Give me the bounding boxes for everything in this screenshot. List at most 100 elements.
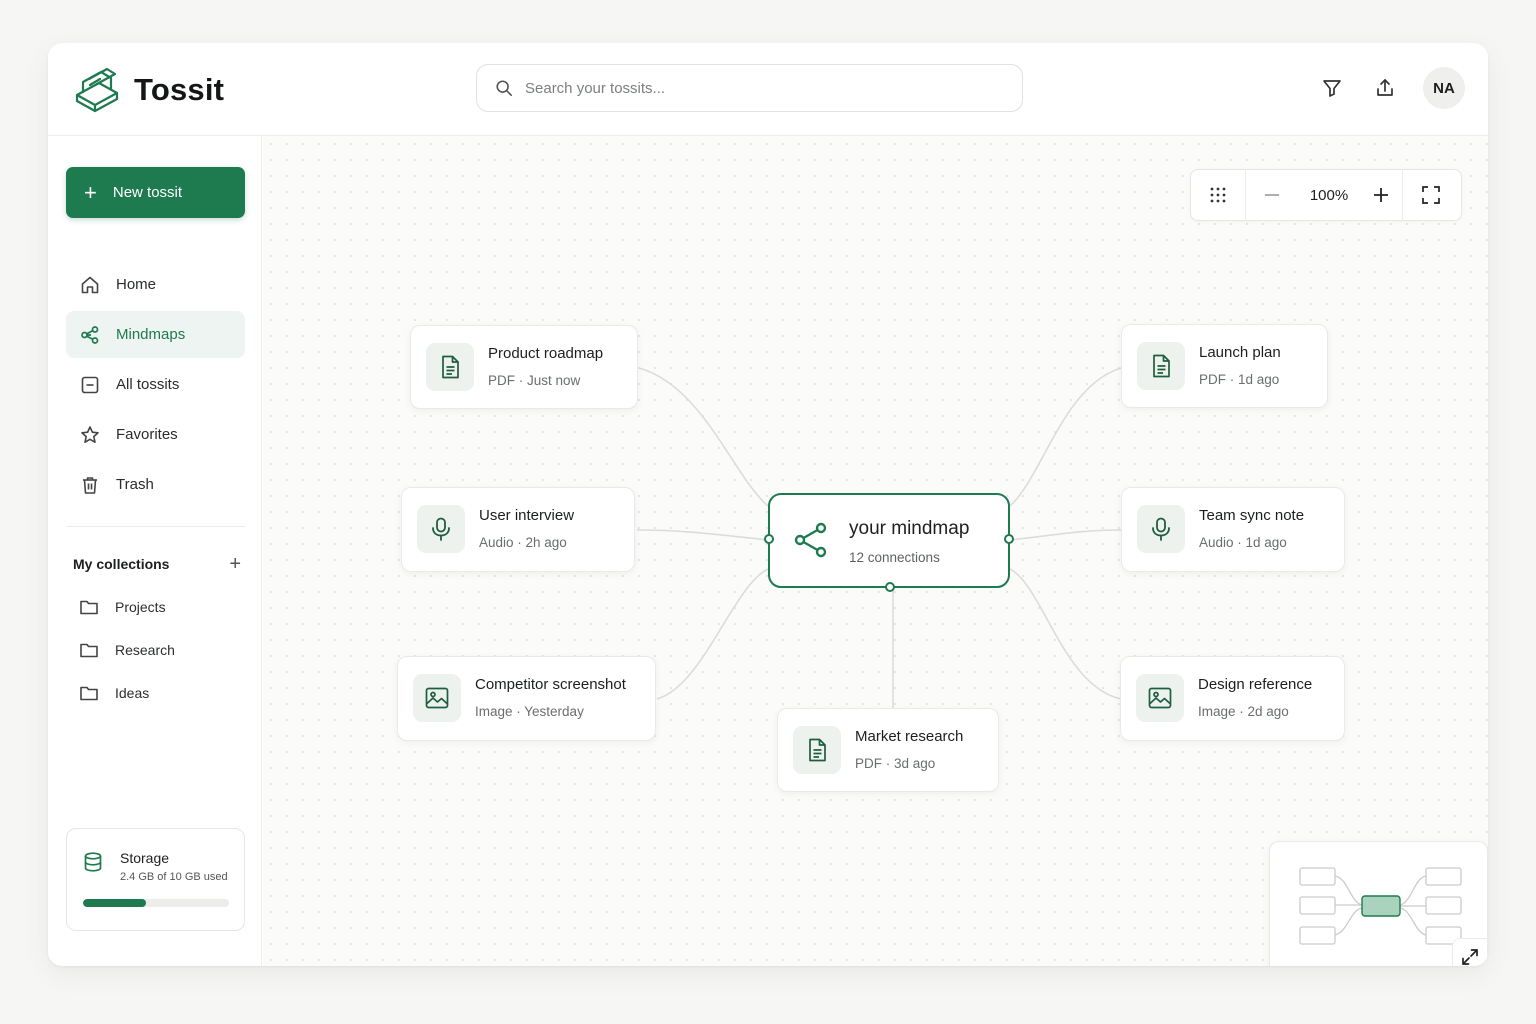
storage-usage: 2.4 GB of 10 GB used (120, 871, 228, 883)
search-bar[interactable] (476, 64, 1023, 112)
collection-label: Projects (115, 598, 166, 615)
document-icon (1153, 354, 1170, 378)
microphone-icon (1152, 517, 1170, 541)
minimap[interactable] (1269, 841, 1488, 966)
storage-progress-fill (83, 899, 146, 907)
main-nav: Home Mindmaps All tossits Favorites Tras… (66, 261, 245, 511)
edge-product-roadmap (638, 367, 769, 507)
new-tossit-label: New tossit (112, 184, 183, 201)
edge-team-sync-note (1009, 529, 1122, 541)
collection-item-research[interactable]: Research (79, 628, 175, 671)
search-input[interactable] (525, 79, 1005, 97)
share-graph-icon (794, 522, 827, 558)
sidebar: + New tossit Home Mindmaps All tossits F… (48, 136, 262, 966)
expand-icon (1462, 949, 1478, 965)
image-icon (425, 687, 449, 709)
document-icon (442, 355, 459, 379)
node-icon-wrap (1137, 505, 1185, 553)
storage-progress (83, 899, 229, 907)
connection-handle-left[interactable] (764, 534, 774, 544)
image-icon (1148, 687, 1172, 709)
user-avatar[interactable]: NA (1423, 67, 1465, 109)
sidebar-divider (66, 526, 245, 527)
nav-label: Trash (116, 476, 154, 493)
node-card-launch-plan[interactable]: Launch plan PDF · 1d ago (1121, 324, 1328, 408)
home-icon (81, 276, 99, 293)
document-icon (809, 738, 826, 762)
node-meta: Image · Yesterday (475, 704, 584, 719)
collections-list: Projects Research Ideas (79, 585, 175, 714)
star-icon (81, 425, 99, 443)
storage-widget: Storage 2.4 GB of 10 GB used (66, 828, 245, 931)
upload-icon (1377, 79, 1393, 96)
collection-label: Research (115, 641, 175, 658)
edge-design-reference (1009, 568, 1122, 700)
node-icon-wrap (417, 505, 465, 553)
dots-grid-icon (1210, 187, 1226, 203)
zoom-out-button[interactable] (1246, 169, 1298, 221)
database-icon (84, 852, 102, 872)
nav-item-home[interactable]: Home (66, 261, 245, 308)
zoom-toolbar: 100% (1190, 169, 1462, 221)
center-node-title: your mindmap (849, 518, 970, 539)
node-card-design-reference[interactable]: Design reference Image · 2d ago (1120, 656, 1345, 741)
collection-item-projects[interactable]: Projects (79, 585, 175, 628)
edge-launch-plan (1009, 367, 1122, 507)
nav-item-trash[interactable]: Trash (66, 461, 245, 508)
node-title: User interview (479, 507, 575, 524)
minimap-expand-button[interactable] (1452, 938, 1488, 966)
nav-item-all-tossits[interactable]: All tossits (66, 361, 245, 408)
share-graph-icon (81, 325, 99, 344)
plus-icon: + (84, 179, 97, 205)
connection-handle-right[interactable] (1004, 534, 1014, 544)
edge-competitor-screenshot (656, 568, 769, 700)
collection-item-ideas[interactable]: Ideas (79, 671, 175, 714)
node-meta: PDF · 3d ago (855, 756, 936, 771)
microphone-icon (432, 517, 450, 541)
add-collection-button[interactable]: + (229, 554, 241, 574)
new-tossit-button[interactable]: + New tossit (66, 167, 245, 218)
top-bar: Tossit NA (48, 43, 1488, 136)
node-card-product-roadmap[interactable]: Product roadmap PDF · Just now (410, 325, 638, 409)
node-card-user-interview[interactable]: User interview Audio · 2h ago (401, 487, 635, 572)
nav-label: Favorites (116, 426, 178, 443)
storage-title: Storage (120, 850, 170, 866)
mindmap-center-node[interactable]: your mindmap 12 connections (764, 493, 1014, 592)
share-button[interactable] (1371, 74, 1399, 102)
fullscreen-icon (1422, 186, 1440, 204)
mindmap-canvas[interactable]: 100% Product roadmap PDF · Just now User… (263, 136, 1488, 966)
nav-label: All tossits (116, 376, 180, 393)
collection-label: Ideas (115, 684, 150, 701)
node-icon-wrap (1137, 342, 1185, 390)
node-card-team-sync-note[interactable]: Team sync note Audio · 1d ago (1121, 487, 1345, 572)
app-logo[interactable]: Tossit (74, 65, 224, 115)
nav-item-mindmaps[interactable]: Mindmaps (66, 311, 245, 358)
filter-button[interactable] (1318, 74, 1346, 102)
box-icon (81, 376, 99, 393)
trash-icon (83, 476, 97, 494)
folder-icon (80, 686, 98, 700)
zoom-in-button[interactable] (1360, 169, 1402, 221)
node-icon-wrap (1136, 674, 1184, 722)
filter-icon (1323, 80, 1341, 97)
minus-icon (1265, 194, 1279, 196)
folder-icon (80, 600, 98, 614)
node-card-market-research[interactable]: Market research PDF · 3d ago (777, 708, 999, 792)
fullscreen-button[interactable] (1403, 169, 1459, 221)
node-card-competitor-screenshot[interactable]: Competitor screenshot Image · Yesterday (397, 656, 656, 741)
node-icon-wrap (426, 343, 474, 391)
nav-label: Mindmaps (116, 326, 186, 343)
collections-title: My collections (73, 556, 170, 572)
plus-icon (1374, 188, 1388, 202)
node-meta: Audio · 2h ago (479, 535, 567, 550)
connection-handle-bottom[interactable] (885, 582, 895, 592)
app-name: Tossit (134, 72, 225, 107)
folder-icon (80, 643, 98, 657)
node-meta: PDF · 1d ago (1199, 372, 1280, 387)
nav-item-favorites[interactable]: Favorites (66, 411, 245, 458)
nav-label: Home (116, 276, 157, 293)
node-title: Product roadmap (488, 345, 604, 362)
node-title: Market research (855, 728, 964, 745)
grid-toggle-button[interactable] (1191, 169, 1245, 221)
open-box-icon (75, 67, 119, 113)
